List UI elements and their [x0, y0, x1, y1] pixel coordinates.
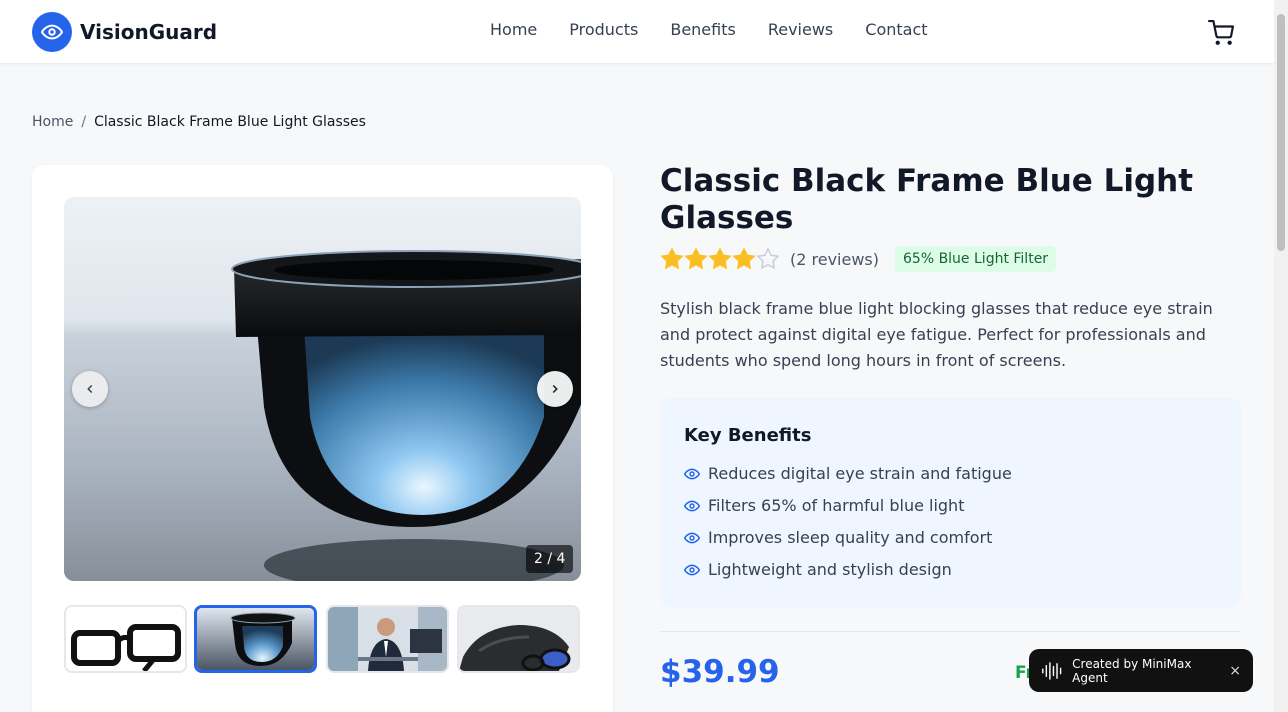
toast-text: Created by MiniMax Agent: [1072, 656, 1192, 685]
blue-light-filter-badge: 65% Blue Light Filter: [895, 246, 1057, 272]
thumbnail-1[interactable]: [64, 605, 187, 673]
star-filled-icon: [732, 247, 756, 271]
brand-logo[interactable]: VisionGuard: [32, 12, 217, 52]
thumbnail-2[interactable]: [194, 605, 317, 673]
nav-contact[interactable]: Contact: [865, 20, 927, 39]
soundwave-icon: [1042, 661, 1062, 680]
breadcrumb-home[interactable]: Home: [32, 114, 73, 130]
thumbnail-4[interactable]: [457, 605, 580, 673]
nav-home[interactable]: Home: [490, 20, 537, 39]
star-empty-icon: [756, 247, 780, 271]
benefit-text: Filters 65% of harmful blue light: [708, 496, 965, 515]
eye-icon: [684, 532, 700, 543]
eye-icon: [684, 468, 700, 479]
key-benefits-box: Key Benefits Reduces digital eye strain …: [660, 398, 1241, 607]
brand-name: VisionGuard: [80, 20, 218, 44]
nav-benefits[interactable]: Benefits: [670, 20, 736, 39]
eye-icon: [684, 500, 700, 511]
product-price: $39.99: [660, 654, 780, 690]
benefits-title: Key Benefits: [684, 425, 812, 446]
nav-products[interactable]: Products: [569, 20, 638, 39]
thumbnail-3[interactable]: [326, 605, 449, 673]
scrollbar-thumb[interactable]: [1277, 14, 1285, 251]
main-nav: Home Products Benefits Reviews Contact: [474, 20, 944, 39]
benefit-item: Filters 65% of harmful blue light: [684, 496, 964, 515]
star-filled-icon: [684, 247, 708, 271]
page-scrollbar[interactable]: [1274, 0, 1288, 712]
next-image-button[interactable]: [537, 371, 573, 407]
star-filled-icon: [708, 247, 732, 271]
product-description: Stylish black frame blue light blocking …: [660, 299, 1213, 370]
image-counter: 2 / 4: [526, 545, 574, 573]
minimax-agent-toast: Created by MiniMax Agent ×: [1029, 649, 1253, 692]
eye-icon: [684, 564, 700, 575]
nav-reviews[interactable]: Reviews: [768, 20, 833, 39]
breadcrumb: Home / Classic Black Frame Blue Light Gl…: [32, 114, 366, 130]
product-gallery: 2 / 4: [32, 165, 613, 712]
star-rating: [660, 247, 780, 271]
eye-logo-icon: [32, 12, 72, 52]
review-count[interactable]: (2 reviews): [790, 250, 879, 269]
breadcrumb-current: Classic Black Frame Blue Light Glasses: [94, 114, 366, 130]
site-header: VisionGuard Home Products Benefits Revie…: [0, 0, 1274, 64]
previous-image-button[interactable]: [72, 371, 108, 407]
product-rating: (2 reviews) 65% Blue Light Filter: [660, 246, 1057, 272]
benefit-item: Reduces digital eye strain and fatigue: [684, 464, 1012, 483]
divider: [660, 631, 1241, 632]
main-product-image: 2 / 4: [64, 197, 581, 581]
product-title: Classic Black Frame Blue Light Glasses: [660, 163, 1194, 236]
benefit-text: Improves sleep quality and comfort: [708, 528, 993, 547]
close-icon[interactable]: ×: [1229, 663, 1241, 679]
benefit-text: Reduces digital eye strain and fatigue: [708, 464, 1012, 483]
cart-icon[interactable]: [1208, 20, 1234, 46]
benefit-item: Lightweight and stylish design: [684, 560, 952, 579]
star-filled-icon: [660, 247, 684, 271]
benefit-item: Improves sleep quality and comfort: [684, 528, 992, 547]
benefit-text: Lightweight and stylish design: [708, 560, 952, 579]
breadcrumb-separator: /: [81, 114, 87, 130]
